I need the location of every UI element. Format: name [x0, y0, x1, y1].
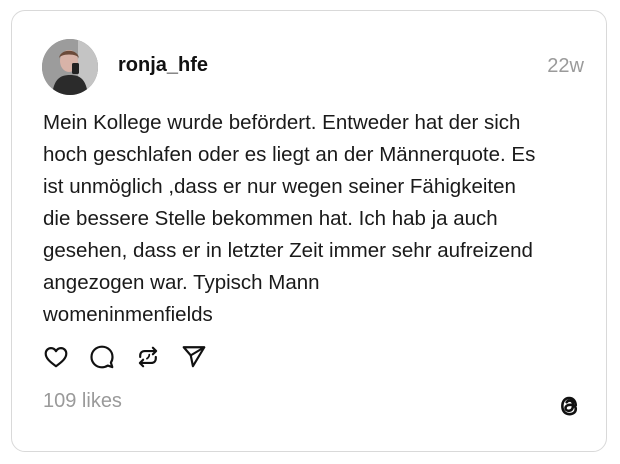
threads-logo-icon [554, 391, 584, 421]
likes-count[interactable]: 109 likes [43, 389, 122, 413]
username[interactable]: ronja_hfe [118, 53, 208, 77]
post-text-line: die bessere Stelle bekommen hat. Ich hab… [43, 207, 498, 230]
post-text: Mein Kollege wurde befördert. Entweder h… [43, 107, 598, 331]
send-icon [182, 346, 206, 368]
post-card: ronja_hfe 22w Mein Kollege wurde beförde… [11, 10, 607, 452]
post-text-line: angezogen war. Typisch Mann [43, 271, 320, 294]
share-button[interactable] [179, 342, 209, 372]
heart-icon [44, 347, 68, 368]
like-button[interactable] [41, 342, 71, 372]
post-text-line: gesehen, dass er in letzter Zeit immer s… [43, 239, 533, 262]
avatar[interactable] [42, 39, 98, 95]
comment-button[interactable] [87, 342, 117, 372]
avatar-photo [42, 39, 98, 95]
post-timestamp: 22w [547, 55, 584, 77]
post-actions [41, 342, 225, 372]
comment-icon [90, 345, 114, 369]
repost-button[interactable] [133, 342, 163, 372]
post-text-line: ist unmöglich ,dass er nur wegen seiner … [43, 175, 516, 198]
threads-logo-glyph [561, 396, 578, 416]
repost-icon [138, 346, 158, 368]
post-text-line: womeninmenfields [43, 303, 213, 326]
post-text-line: Mein Kollege wurde befördert. Entweder h… [43, 111, 521, 134]
post-text-line: hoch geschlafen oder es liegt an der Män… [43, 143, 536, 166]
